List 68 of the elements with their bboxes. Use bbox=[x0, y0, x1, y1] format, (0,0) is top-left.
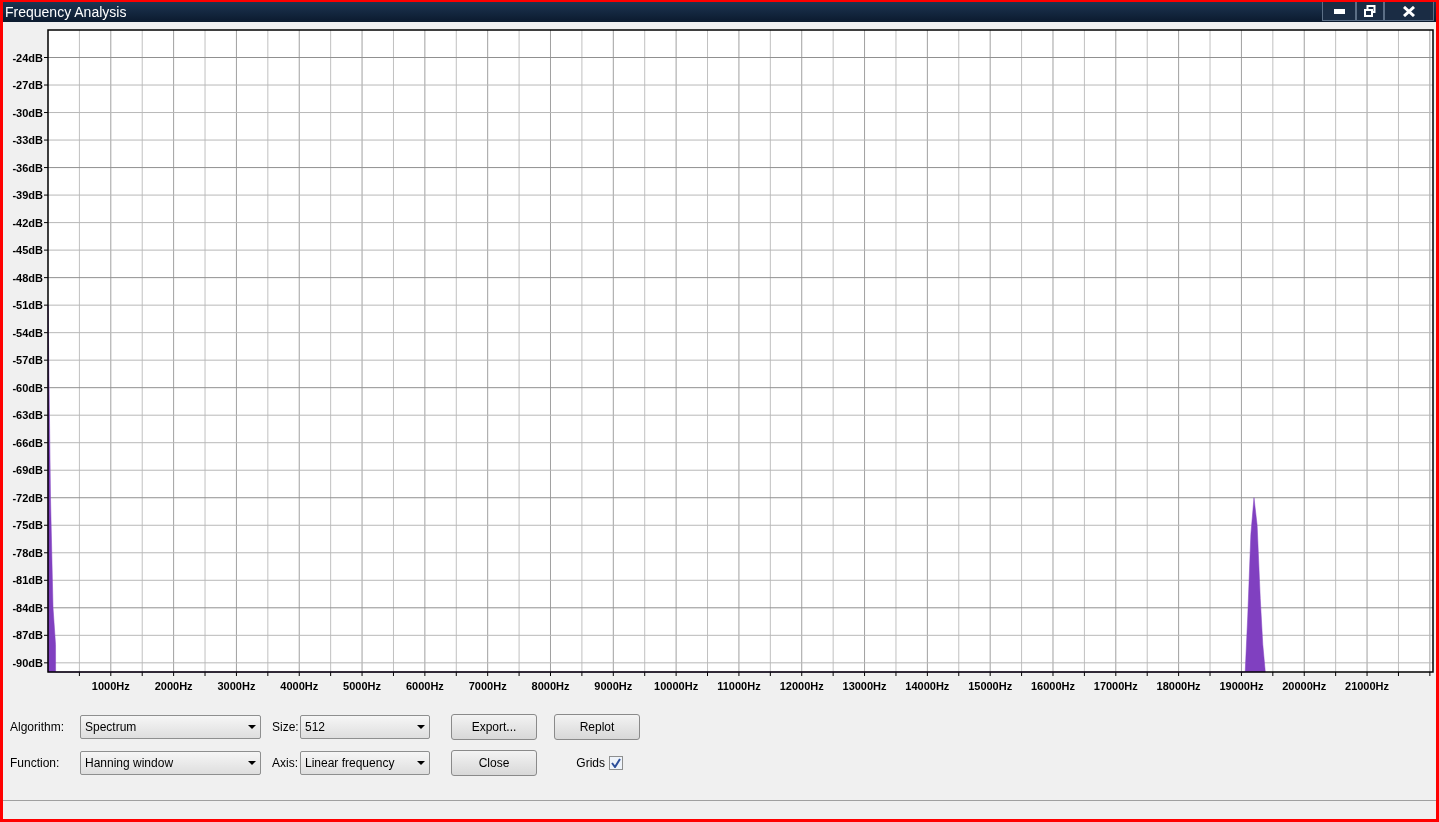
dropdown[interactable]: Hanning window bbox=[80, 751, 261, 775]
minimize-icon bbox=[1333, 8, 1345, 14]
caret-icon bbox=[417, 725, 425, 729]
axis-label: 9000Hz bbox=[594, 680, 633, 692]
close-icon bbox=[1403, 5, 1415, 17]
axis-label: -75dB bbox=[12, 519, 43, 532]
axis-label: -39dB bbox=[12, 189, 43, 202]
axis-label: 19000Hz bbox=[1219, 680, 1264, 692]
axis-label: 20000Hz bbox=[1282, 680, 1327, 692]
axis-label: 3000Hz bbox=[217, 680, 256, 692]
axis-label: 18000Hz bbox=[1156, 680, 1201, 692]
axis-label: 7000Hz bbox=[468, 680, 507, 692]
dropdown[interactable]: 512 bbox=[300, 715, 430, 739]
axis-label: -33dB bbox=[12, 134, 43, 147]
caret-icon bbox=[248, 725, 256, 729]
axis-label: -54dB bbox=[12, 326, 43, 339]
checkbox-label: Grids bbox=[576, 755, 605, 772]
axis-label: -81dB bbox=[12, 574, 43, 587]
axis-label: 16000Hz bbox=[1030, 680, 1075, 692]
axis-label: 14000Hz bbox=[905, 680, 950, 692]
caret-icon bbox=[417, 761, 425, 765]
dropdown[interactable]: Spectrum bbox=[80, 715, 261, 739]
field-label: Function: bbox=[10, 755, 61, 772]
axis-label: -69dB bbox=[12, 464, 43, 477]
dialog-button[interactable]: Export... bbox=[451, 714, 537, 740]
window-title: Frequency Analysis bbox=[4, 2, 127, 22]
minimize-button[interactable] bbox=[1322, 2, 1356, 21]
axis-label: -72dB bbox=[12, 491, 43, 504]
axis-label: 5000Hz bbox=[343, 680, 381, 692]
axis-label: -63dB bbox=[12, 409, 43, 422]
axis-label: -42dB bbox=[12, 216, 43, 229]
field-label: Axis: bbox=[272, 755, 299, 772]
axis-label: -30dB bbox=[12, 106, 43, 119]
axis-label: -57dB bbox=[12, 354, 43, 367]
axis-label: 12000Hz bbox=[779, 680, 824, 692]
restore-icon bbox=[1364, 5, 1376, 17]
axis-label: -27dB bbox=[12, 79, 43, 92]
axis-label: -36dB bbox=[12, 161, 43, 174]
axis-label: -24dB bbox=[12, 51, 43, 64]
axis-label: 8000Hz bbox=[531, 680, 570, 692]
axis-label: -87dB bbox=[12, 629, 43, 642]
caret-icon bbox=[248, 761, 256, 765]
field-label: Algorithm: bbox=[10, 719, 66, 736]
axis-label: 4000Hz bbox=[280, 680, 319, 692]
dropdown[interactable]: Linear frequency bbox=[300, 751, 430, 775]
axis-label: 17000Hz bbox=[1093, 680, 1138, 692]
axis-label: -45dB bbox=[12, 244, 43, 257]
axis-label: -60dB bbox=[12, 381, 43, 394]
axis-label: 6000Hz bbox=[405, 680, 444, 692]
axis-label: 1000Hz bbox=[91, 680, 130, 692]
axis-label: -51dB bbox=[12, 299, 43, 312]
axis-label: 21000Hz bbox=[1345, 680, 1390, 692]
axis-label: 15000Hz bbox=[968, 680, 1013, 692]
close-button[interactable] bbox=[1384, 2, 1434, 21]
restore-button[interactable] bbox=[1356, 2, 1384, 21]
field-label: Size: bbox=[272, 719, 300, 736]
axis-label: 13000Hz bbox=[842, 680, 887, 692]
axis-label: -78dB bbox=[12, 546, 43, 559]
axis-label: 11000Hz bbox=[717, 680, 761, 692]
axis-label: -90dB bbox=[12, 656, 43, 669]
axis-label: 10000Hz bbox=[654, 680, 699, 692]
axis-label: -48dB bbox=[12, 271, 43, 284]
dialog-button[interactable]: Close bbox=[451, 750, 537, 776]
axis-label: -84dB bbox=[12, 601, 43, 614]
axis-label: 2000Hz bbox=[154, 680, 193, 692]
grids-checkbox[interactable] bbox=[609, 756, 623, 770]
dialog-button[interactable]: Replot bbox=[554, 714, 640, 740]
axis-label: -66dB bbox=[12, 436, 43, 449]
